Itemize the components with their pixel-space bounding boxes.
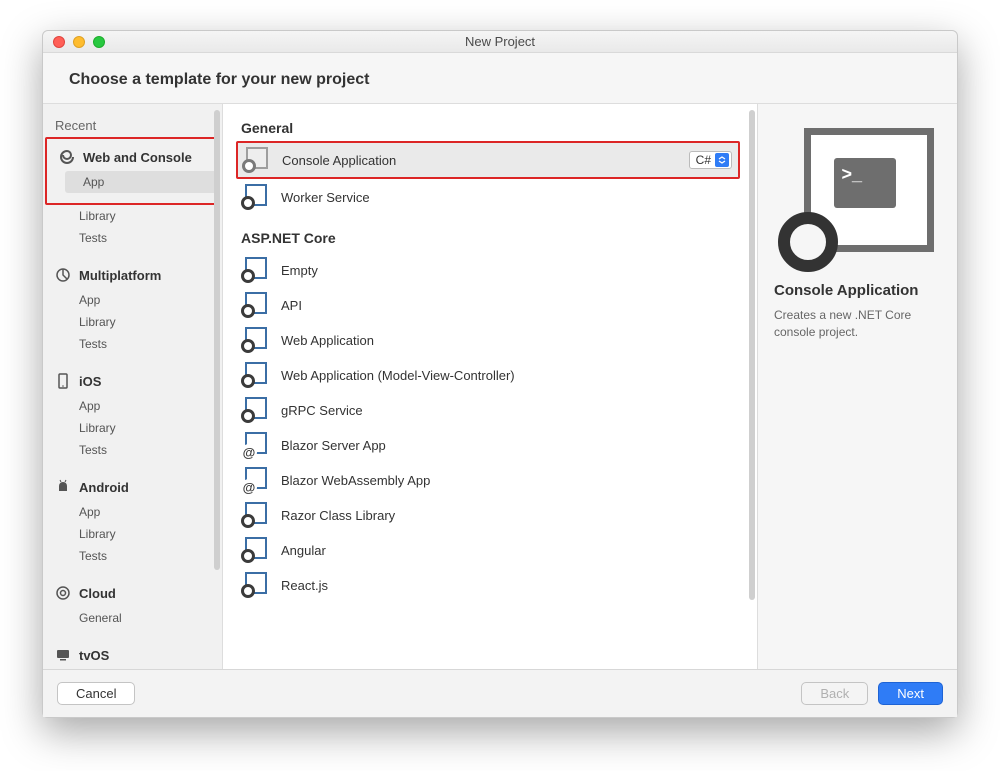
sidebar-recent[interactable]: Recent [43,110,222,139]
back-button: Back [801,682,868,705]
template-razor-class-library[interactable]: Razor Class Library [237,498,739,532]
new-project-window: New Project Choose a template for your n… [42,30,958,718]
chevron-updown-icon [715,153,729,167]
template-icon [241,292,269,318]
highlight-web-and-console: Web and Console App [45,137,220,205]
template-angular[interactable]: Angular [237,533,739,567]
category-items-web-rest: Library Tests [43,205,222,259]
tv-icon [55,647,71,663]
template-grpc-service[interactable]: gRPC Service [237,393,739,427]
next-button[interactable]: Next [878,682,943,705]
sidebar-scrollbar[interactable] [214,110,220,570]
sidebar-item-app[interactable]: App [71,501,222,523]
template-label: Web Application (Model-View-Controller) [281,368,733,383]
category-items-web: App [47,171,218,203]
sidebar-category-web-and-console[interactable]: Web and Console [47,141,218,171]
sidebar-item-tests[interactable]: Tests [71,439,222,461]
template-label: Blazor WebAssembly App [281,473,733,488]
template-reactjs[interactable]: React.js [237,568,739,602]
template-icon [241,362,269,388]
sidebar-item-tests[interactable]: Tests [71,545,222,567]
sidebar-item-general[interactable]: General [71,607,222,629]
template-label: Blazor Server App [281,438,733,453]
target-icon [55,585,71,601]
sidebar-item-library[interactable]: Library [71,417,222,439]
template-label: Web Application [281,333,733,348]
category-items-android: App Library Tests [43,501,222,577]
pie-icon [55,267,71,283]
swirl-icon [59,149,75,165]
phone-icon [55,373,71,389]
android-icon [55,479,71,495]
template-blazor-server[interactable]: @ Blazor Server App [237,428,739,462]
template-icon: @ [241,432,269,458]
footer: Cancel Back Next [43,669,957,717]
template-icon [241,502,269,528]
category-label: iOS [79,374,101,389]
language-select[interactable]: C# [689,151,732,169]
detail-title: Console Application [774,282,941,299]
terminal-icon [834,158,896,208]
sidebar-category-cloud[interactable]: Cloud [43,577,222,607]
template-icon [241,184,269,210]
category-label: Multiplatform [79,268,161,283]
sidebar-item-tests[interactable]: Tests [71,227,222,249]
template-label: React.js [281,578,733,593]
sidebar-category-multiplatform[interactable]: Multiplatform [43,259,222,289]
template-empty[interactable]: Empty [237,253,739,287]
template-label: Angular [281,543,733,558]
cancel-button[interactable]: Cancel [57,682,135,705]
titlebar: New Project [43,31,957,53]
sidebar-item-app[interactable]: App [71,395,222,417]
category-label: tvOS [79,648,109,663]
section-title-aspnet: ASP.NET Core [237,224,739,252]
sidebar-item-library[interactable]: Library [71,523,222,545]
templates-scrollbar[interactable] [749,110,755,600]
template-icon [241,397,269,423]
template-icon [242,147,270,173]
category-label: Web and Console [83,150,192,165]
template-label: Console Application [282,153,677,168]
template-icon [241,537,269,563]
category-label: Cloud [79,586,116,601]
recent-label: Recent [55,118,96,133]
template-web-application[interactable]: Web Application [237,323,739,357]
sidebar-category-android[interactable]: Android [43,471,222,501]
detail-illustration [778,122,938,272]
sidebar-item-tests[interactable]: Tests [71,333,222,355]
template-icon: @ [241,467,269,493]
template-label: Razor Class Library [281,508,733,523]
sidebar-item-app[interactable]: App [71,289,222,311]
template-label: Empty [281,263,733,278]
window-title: New Project [43,34,957,49]
template-label: gRPC Service [281,403,733,418]
template-list: General Console Application C# Worker Se… [223,104,757,669]
sidebar-category-tvos[interactable]: tvOS [43,639,222,669]
template-label: Worker Service [281,190,733,205]
category-label: Android [79,480,129,495]
sidebar-category-ios[interactable]: iOS [43,365,222,395]
template-console-application[interactable]: Console Application C# [236,141,740,179]
template-icon [241,572,269,598]
template-worker-service[interactable]: Worker Service [237,180,739,214]
category-sidebar: Recent Web and Console App Library Tests [43,104,223,669]
sidebar-item-library[interactable]: Library [71,311,222,333]
template-api[interactable]: API [237,288,739,322]
template-icon [241,327,269,353]
page-title: Choose a template for your new project [43,53,957,103]
category-items-multiplatform: App Library Tests [43,289,222,365]
category-items-ios: App Library Tests [43,395,222,471]
content-area: Recent Web and Console App Library Tests [43,103,957,669]
template-label: API [281,298,733,313]
template-detail: Console Application Creates a new .NET C… [757,104,957,669]
category-items-cloud: General [43,607,222,639]
sidebar-item-app[interactable]: App [65,171,218,193]
detail-description: Creates a new .NET Core console project. [774,307,941,341]
language-value: C# [696,153,711,167]
template-icon [241,257,269,283]
template-web-application-mvc[interactable]: Web Application (Model-View-Controller) [237,358,739,392]
template-blazor-wasm[interactable]: @ Blazor WebAssembly App [237,463,739,497]
sidebar-item-library[interactable]: Library [71,205,222,227]
section-title-general: General [237,114,739,142]
